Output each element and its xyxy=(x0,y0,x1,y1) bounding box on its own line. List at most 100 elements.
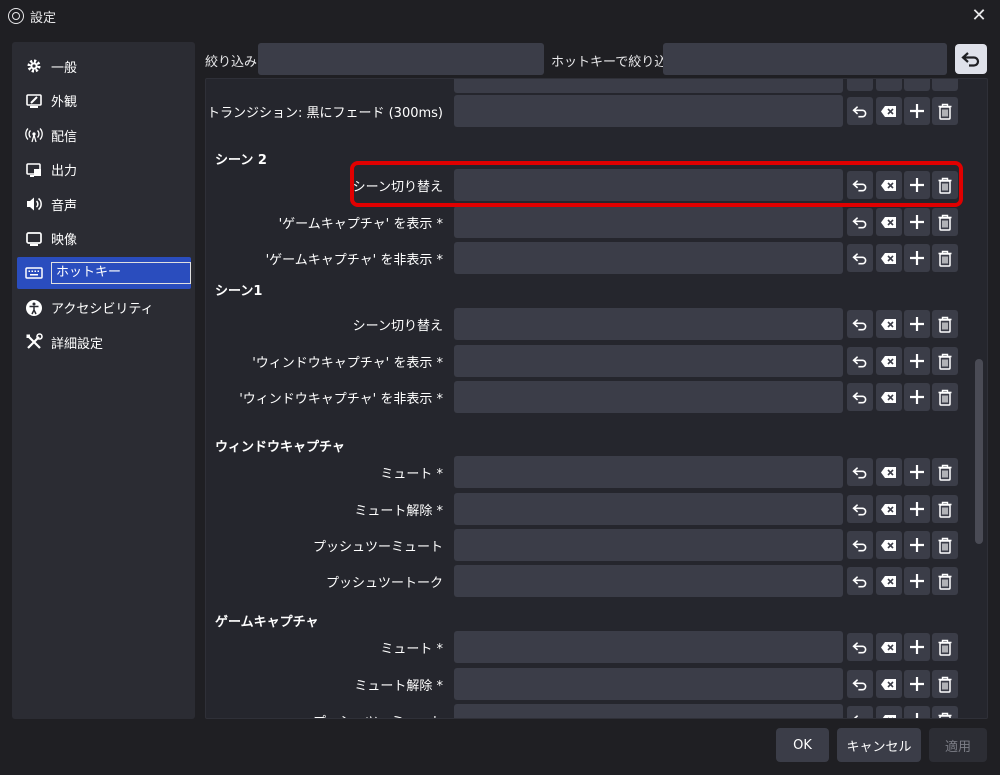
undo-icon xyxy=(852,641,868,654)
revert-button[interactable] xyxy=(847,670,873,698)
sidebar-item-appearance[interactable]: 外観 xyxy=(17,85,191,117)
hotkey-input[interactable] xyxy=(454,456,843,488)
hotkey-row: ミュート解除 * xyxy=(206,668,966,700)
close-icon[interactable]: ✕ xyxy=(968,5,990,27)
clear-button[interactable] xyxy=(876,79,902,91)
hotkey-input[interactable] xyxy=(454,206,843,238)
delete-button[interactable] xyxy=(932,383,958,411)
revert-button[interactable] xyxy=(847,244,873,272)
add-button[interactable] xyxy=(904,567,930,595)
hotkey-input[interactable] xyxy=(454,95,843,127)
reset-filter-button[interactable] xyxy=(955,44,987,74)
delete-button[interactable] xyxy=(932,347,958,375)
clear-button[interactable] xyxy=(876,244,902,272)
revert-button[interactable] xyxy=(847,208,873,236)
delete-button[interactable] xyxy=(932,79,958,91)
hotkey-input[interactable] xyxy=(454,345,843,377)
hotkey-input[interactable] xyxy=(454,565,843,597)
hotkey-input[interactable] xyxy=(454,242,843,274)
filter-input[interactable] xyxy=(258,43,544,75)
sidebar-item-video[interactable]: 映像 xyxy=(17,223,191,255)
scrollbar-thumb[interactable] xyxy=(975,359,983,544)
delete-button[interactable] xyxy=(932,97,958,125)
clear-button[interactable] xyxy=(876,531,902,559)
clear-button[interactable] xyxy=(876,97,902,125)
sidebar-item-hotkeys[interactable]: ホットキー xyxy=(17,257,191,289)
add-button[interactable] xyxy=(904,208,930,236)
clear-button[interactable] xyxy=(876,633,902,661)
hotkey-input[interactable] xyxy=(454,631,843,663)
delete-button[interactable] xyxy=(932,633,958,661)
hotkey-input[interactable] xyxy=(454,169,843,201)
add-button[interactable] xyxy=(904,383,930,411)
revert-button[interactable] xyxy=(847,347,873,375)
delete-button[interactable] xyxy=(932,310,958,338)
sidebar-item-general[interactable]: 一般 xyxy=(17,50,191,82)
hotkey-filter-input[interactable] xyxy=(663,43,947,75)
delete-button[interactable] xyxy=(932,706,958,718)
revert-button[interactable] xyxy=(847,495,873,523)
add-button[interactable] xyxy=(904,347,930,375)
add-button[interactable] xyxy=(904,458,930,486)
clear-button[interactable] xyxy=(876,706,902,718)
revert-button[interactable] xyxy=(847,531,873,559)
clear-button[interactable] xyxy=(876,171,902,199)
section-title: シーン 2 xyxy=(215,153,267,168)
hotkey-input[interactable] xyxy=(454,79,843,93)
clear-button[interactable] xyxy=(876,383,902,411)
ok-button[interactable]: OK xyxy=(776,728,829,762)
title-bar: 設定 ✕ xyxy=(0,0,1000,32)
revert-button[interactable] xyxy=(847,79,873,91)
clear-button[interactable] xyxy=(876,347,902,375)
hotkey-input[interactable] xyxy=(454,308,843,340)
add-button[interactable] xyxy=(904,706,930,718)
clear-button[interactable] xyxy=(876,567,902,595)
delete-button[interactable] xyxy=(932,458,958,486)
sidebar-item-stream[interactable]: 配信 xyxy=(17,119,191,151)
add-button[interactable] xyxy=(904,79,930,91)
clear-button[interactable] xyxy=(876,458,902,486)
add-button[interactable] xyxy=(904,495,930,523)
delete-button[interactable] xyxy=(932,567,958,595)
hotkey-input[interactable] xyxy=(454,704,843,718)
add-button[interactable] xyxy=(904,171,930,199)
revert-button[interactable] xyxy=(847,97,873,125)
accessibility-icon xyxy=(25,299,43,317)
add-button[interactable] xyxy=(904,633,930,661)
hotkey-input[interactable] xyxy=(454,493,843,525)
hotkey-list-panel[interactable]: クイックトランジション: 黒にフェード (300ms) シーン 2 シーン切り替え '… xyxy=(205,78,988,719)
add-button[interactable] xyxy=(904,310,930,338)
cancel-button[interactable]: キャンセル xyxy=(837,728,921,762)
undo-icon xyxy=(852,575,868,588)
revert-button[interactable] xyxy=(847,171,873,199)
add-button[interactable] xyxy=(904,670,930,698)
clear-button[interactable] xyxy=(876,208,902,236)
sidebar-item-advanced[interactable]: 詳細設定 xyxy=(17,326,191,358)
hotkey-input[interactable] xyxy=(454,381,843,413)
revert-button[interactable] xyxy=(847,706,873,718)
sidebar-item-accessibility[interactable]: アクセシビリティ xyxy=(17,292,191,324)
clear-button[interactable] xyxy=(876,495,902,523)
sidebar-item-audio[interactable]: 音声 xyxy=(17,188,191,220)
hotkey-input[interactable] xyxy=(454,529,843,561)
hotkey-input[interactable] xyxy=(454,668,843,700)
revert-button[interactable] xyxy=(847,310,873,338)
revert-button[interactable] xyxy=(847,633,873,661)
delete-button[interactable] xyxy=(932,531,958,559)
add-button[interactable] xyxy=(904,531,930,559)
delete-button[interactable] xyxy=(932,495,958,523)
delete-button[interactable] xyxy=(932,244,958,272)
delete-button[interactable] xyxy=(932,171,958,199)
revert-button[interactable] xyxy=(847,567,873,595)
sidebar-item-output[interactable]: 出力 xyxy=(17,154,191,186)
clear-button[interactable] xyxy=(876,670,902,698)
revert-button[interactable] xyxy=(847,458,873,486)
clear-button[interactable] xyxy=(876,310,902,338)
add-button[interactable] xyxy=(904,244,930,272)
backspace-icon xyxy=(880,678,898,691)
apply-button[interactable]: 適用 xyxy=(929,728,987,762)
delete-button[interactable] xyxy=(932,670,958,698)
delete-button[interactable] xyxy=(932,208,958,236)
add-button[interactable] xyxy=(904,97,930,125)
revert-button[interactable] xyxy=(847,383,873,411)
